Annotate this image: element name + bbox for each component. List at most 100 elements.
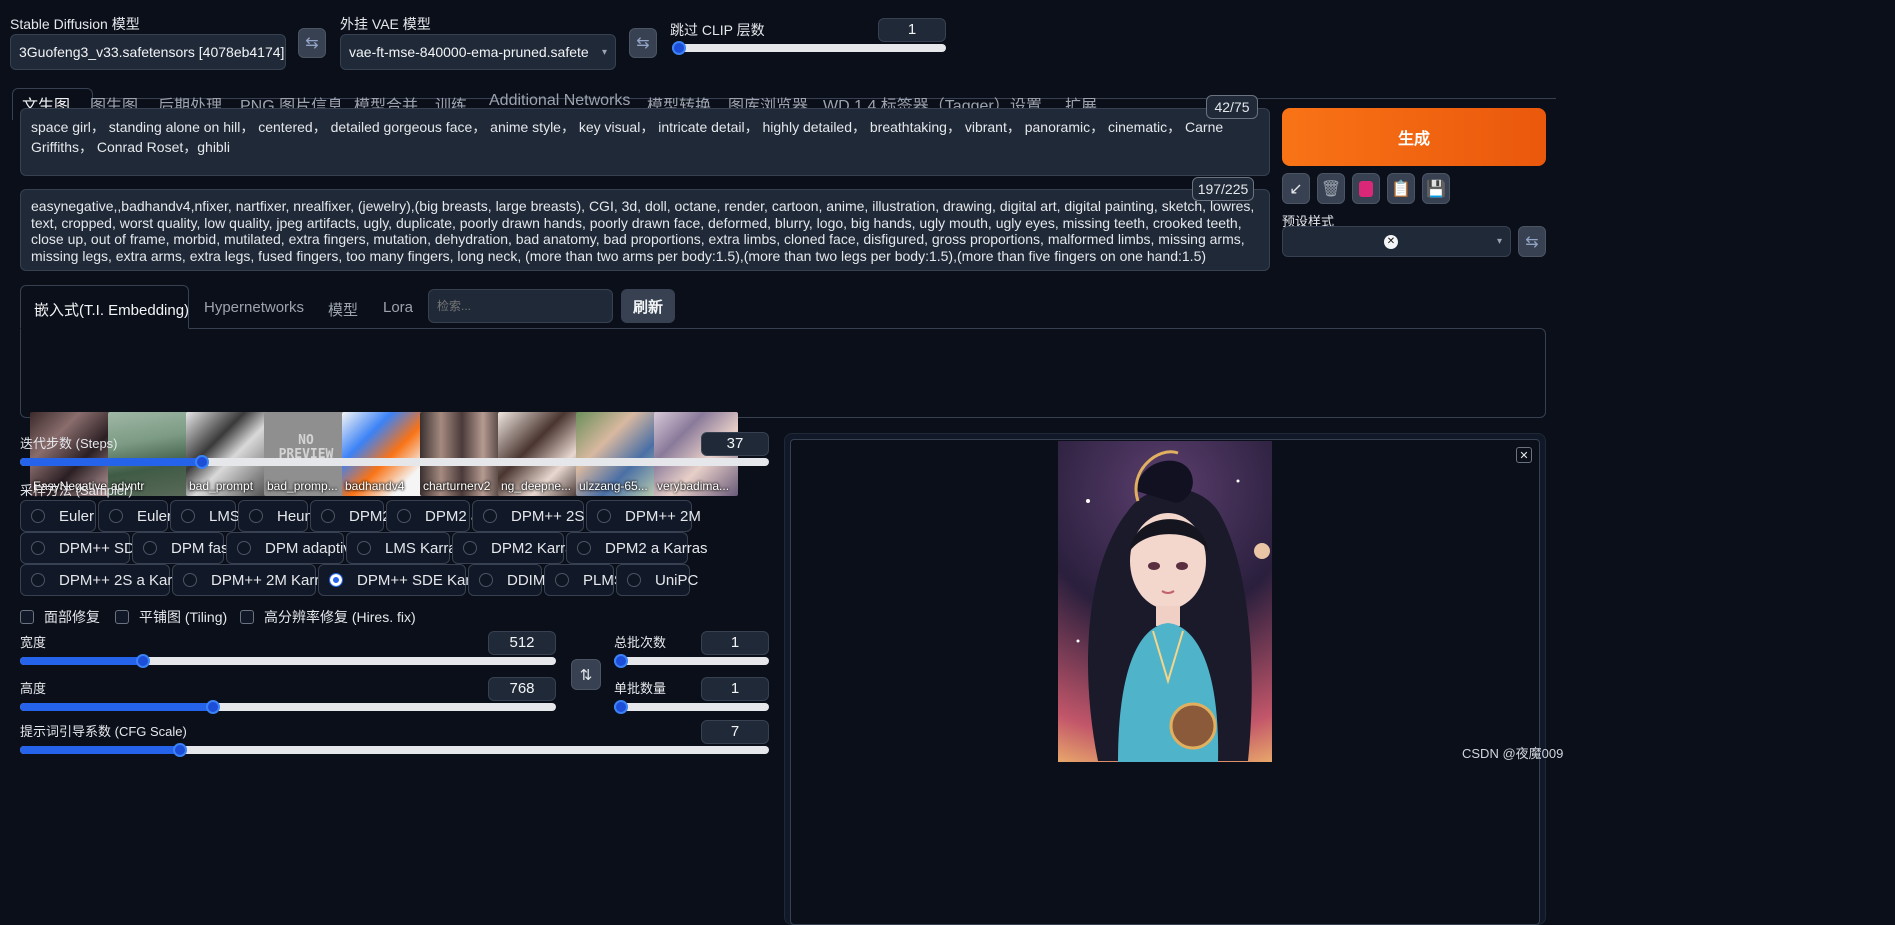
sampler-option[interactable]: DPM++ 2S a Karras xyxy=(20,564,193,596)
radio-dot xyxy=(627,573,641,587)
preset-styles-dropdown[interactable]: ✕ ▾ xyxy=(1282,226,1511,257)
sampler-option[interactable]: PLMS xyxy=(544,564,624,596)
radio-dot xyxy=(483,509,497,523)
network-card-ulzzang[interactable]: ulzzang-65... xyxy=(576,412,660,496)
radio-dot xyxy=(249,509,263,523)
vae-label: 外挂 VAE 模型 xyxy=(340,16,431,32)
network-card-bad-prompt[interactable]: bad_prompt xyxy=(186,412,270,496)
extra-networks-button[interactable] xyxy=(1352,173,1380,204)
checkbox-box xyxy=(20,610,34,624)
sampler-option-label: Heun xyxy=(277,507,313,525)
card-label: bad_promp... xyxy=(267,479,338,493)
paste-params-button[interactable]: ↙ xyxy=(1282,173,1310,204)
cfg-scale-input[interactable]: 7 xyxy=(701,720,769,744)
sampler-option[interactable]: DPM2 Karras xyxy=(452,532,581,564)
card-label: bad_prompt xyxy=(189,479,254,493)
network-card-bad-prompt-v2[interactable]: NO PREVIEW bad_promp... xyxy=(264,412,348,496)
radio-dot xyxy=(109,509,123,523)
sampler-option[interactable]: DPM++ 2S a xyxy=(472,500,597,532)
checkbox-label: 面部修复 xyxy=(44,609,100,625)
generated-image[interactable] xyxy=(1058,441,1272,762)
sd-model-dropdown[interactable]: 3Guofeng3_v33.safetensors [4078eb4174] ▾ xyxy=(10,34,286,70)
swap-dimensions-button[interactable]: ⇅ xyxy=(571,659,601,690)
height-input[interactable]: 768 xyxy=(488,677,556,701)
sampler-option[interactable]: DPM adaptive xyxy=(226,532,359,564)
clip-skip-input[interactable]: 1 xyxy=(878,18,946,42)
tab-hypernetworks[interactable]: Hypernetworks xyxy=(204,299,304,316)
networks-search-input[interactable] xyxy=(428,289,613,323)
generated-image-art xyxy=(1076,450,1270,762)
batch-count-slider[interactable] xyxy=(614,654,769,668)
sampler-option-label: DPM2 xyxy=(349,507,391,525)
sampler-option[interactable]: DPM fast xyxy=(132,532,233,564)
tiling-checkbox[interactable]: 平铺图 (Tiling) xyxy=(115,607,227,627)
sampler-option-selected[interactable]: DPM++ SDE Karras xyxy=(318,564,491,596)
prompt-token-counter: 42/75 xyxy=(1206,95,1258,119)
sampler-option[interactable]: Euler a xyxy=(20,500,107,532)
chevron-down-icon: ▾ xyxy=(1496,236,1502,247)
save-style-button[interactable]: 💾 xyxy=(1422,173,1450,204)
clip-skip-slider[interactable] xyxy=(672,41,946,55)
save-icon: 💾 xyxy=(1426,180,1446,198)
width-input[interactable]: 512 xyxy=(488,631,556,655)
network-card-badhandv4[interactable]: badhandv4 xyxy=(342,412,426,496)
sampler-option[interactable]: DDIM xyxy=(468,564,545,596)
sampler-option[interactable]: DPM2 a Karras xyxy=(566,532,708,564)
sampler-option-label: DPM++ 2S a xyxy=(511,507,597,525)
card-label: ulzzang-65... xyxy=(579,479,648,493)
cfg-scale-slider[interactable] xyxy=(20,743,769,757)
sampler-option[interactable]: DPM++ 2M xyxy=(586,500,701,532)
refresh-models-button[interactable]: ⇆ xyxy=(298,28,326,58)
tab-checkpoints[interactable]: 模型 xyxy=(328,299,358,320)
vae-dropdown[interactable]: vae-ft-mse-840000-ema-pruned.safetensors… xyxy=(340,34,616,70)
height-slider[interactable] xyxy=(20,700,556,714)
sampler-option-label: DPM++ 2M Karras xyxy=(211,571,336,589)
close-icon[interactable]: ✕ xyxy=(1516,447,1532,463)
hires-fix-checkbox[interactable]: 高分辨率修复 (Hires. fix) xyxy=(240,607,416,627)
radio-dot xyxy=(397,509,411,523)
sampler-option[interactable]: LMS xyxy=(170,500,240,532)
sampler-option[interactable]: UniPC xyxy=(616,564,698,596)
steps-input[interactable]: 37 xyxy=(701,432,769,456)
restore-faces-checkbox[interactable]: 面部修复 xyxy=(20,607,100,627)
batch-size-input[interactable]: 1 xyxy=(701,677,769,701)
watermark: CSDN @夜魔009 xyxy=(1462,746,1564,761)
refresh-styles-button[interactable]: ⇆ xyxy=(1518,226,1546,257)
apply-style-button[interactable]: 📋 xyxy=(1387,173,1415,204)
clear-prompt-button[interactable]: 🗑 xyxy=(1317,173,1345,204)
steps-slider[interactable] xyxy=(20,455,769,469)
chevron-down-icon: ▾ xyxy=(284,47,285,58)
width-slider[interactable] xyxy=(20,654,556,668)
prompt-textarea[interactable]: space girl， standing alone on hill， cent… xyxy=(20,108,1270,176)
radio-dot xyxy=(181,509,195,523)
negative-prompt-textarea[interactable]: easynegative,,badhandv4,nfixer, nartfixe… xyxy=(20,189,1270,271)
negative-token-counter: 197/225 xyxy=(1192,177,1254,201)
sampler-option[interactable]: DPM2 xyxy=(310,500,391,532)
sampler-option[interactable]: Euler xyxy=(98,500,172,532)
tab-embedding[interactable]: 嵌入式(T.I. Embedding) xyxy=(34,299,189,320)
batch-count-input[interactable]: 1 xyxy=(701,631,769,655)
checkbox-box xyxy=(115,610,129,624)
radio-dot xyxy=(577,541,591,555)
refresh-vae-button[interactable]: ⇆ xyxy=(629,28,657,58)
networks-refresh-button[interactable]: 刷新 xyxy=(621,289,675,323)
radio-dot xyxy=(183,573,197,587)
sampler-option[interactable]: DPM++ 2M Karras xyxy=(172,564,335,596)
sampler-option[interactable]: Heun xyxy=(238,500,313,532)
radio-dot xyxy=(463,541,477,555)
batch-size-slider[interactable] xyxy=(614,700,769,714)
tab-lora[interactable]: Lora xyxy=(383,299,413,316)
radio-dot xyxy=(357,541,371,555)
generate-button[interactable]: 生成 xyxy=(1282,108,1546,166)
network-card-ng-deepnegative[interactable]: ng_deepne... xyxy=(498,412,582,496)
height-label: 高度 xyxy=(20,681,47,696)
network-card-charturnerv2[interactable]: charturnerv2 xyxy=(420,412,504,496)
sampler-option[interactable]: DPM++ SDE xyxy=(20,532,145,564)
clipboard-icon: 📋 xyxy=(1391,180,1411,198)
radio-dot xyxy=(479,573,493,587)
sampler-option[interactable]: LMS Karras xyxy=(346,532,464,564)
steps-label: 迭代步数 (Steps) xyxy=(20,436,118,451)
sampler-option[interactable]: DPM2 a xyxy=(386,500,479,532)
radio-dot xyxy=(329,573,343,587)
clear-icon[interactable]: ✕ xyxy=(1383,234,1398,249)
